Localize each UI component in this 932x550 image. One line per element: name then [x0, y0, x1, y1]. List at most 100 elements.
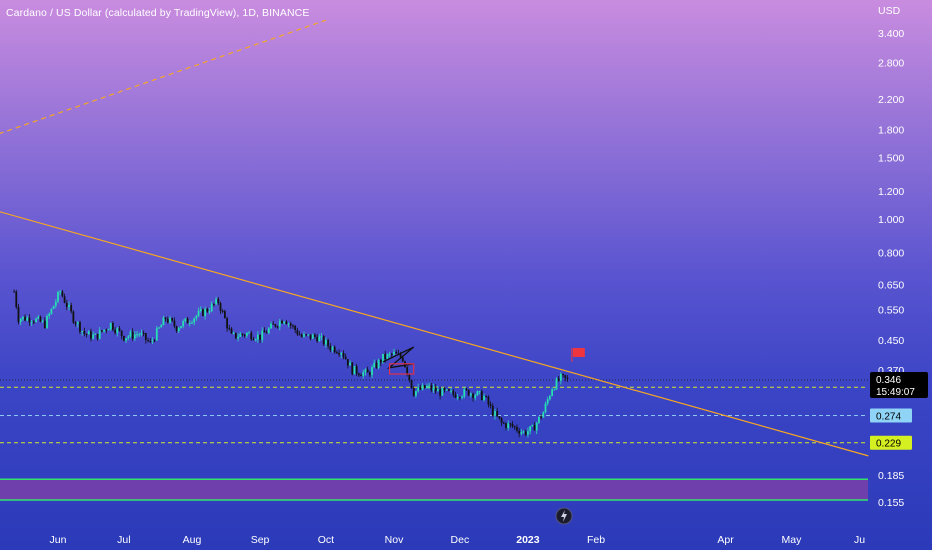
candle-body: [395, 352, 398, 354]
candle-body: [529, 426, 532, 432]
candle-body: [335, 352, 338, 354]
candle-body: [129, 331, 132, 337]
candle-body: [509, 423, 512, 425]
candle-body: [234, 332, 237, 339]
candle-body: [52, 305, 55, 309]
support-zone: [0, 479, 868, 501]
candle-body: [564, 375, 567, 378]
candle-body: [327, 339, 330, 347]
candle-body: [41, 320, 44, 322]
candle-body: [254, 339, 257, 341]
candle-body: [549, 395, 551, 400]
candle-body: [215, 299, 218, 305]
candle-body: [513, 426, 516, 428]
candle-body: [474, 395, 477, 398]
candle-body: [469, 393, 472, 396]
candle-body: [26, 317, 29, 321]
candle-body: [175, 326, 178, 332]
candle-body: [390, 353, 393, 355]
candle-body: [412, 388, 415, 396]
chart-area[interactable]: USD 3.400 2.800 2.200 1.800 1.500 1.200 1.000 0.…: [0, 0, 932, 550]
candle-body: [445, 389, 448, 391]
candle-body: [283, 321, 286, 324]
candle-body: [375, 362, 378, 368]
candle-body: [252, 339, 255, 341]
candle-body: [559, 373, 562, 381]
candle-body: [180, 326, 182, 329]
price-tick-label: 1.000: [878, 214, 904, 226]
price-tick-label: 0.550: [878, 305, 904, 317]
candle-body: [346, 359, 349, 366]
candle-body: [39, 316, 42, 322]
candle-body: [276, 326, 279, 328]
candle-body: [542, 412, 545, 418]
candle-body: [401, 357, 404, 362]
candle-body: [96, 333, 99, 339]
candle-body: [322, 336, 325, 345]
candle-body: [112, 323, 114, 330]
candle-body: [540, 416, 543, 418]
candle-body: [219, 303, 222, 311]
candle-body: [158, 327, 160, 329]
candle-body: [259, 334, 261, 340]
candle-body: [263, 330, 266, 333]
candle-body: [206, 308, 209, 312]
candle-body: [320, 336, 323, 338]
lightning-icon[interactable]: [555, 507, 573, 525]
candle-body: [144, 333, 147, 341]
candle-body: [393, 352, 395, 355]
candle-body: [362, 372, 365, 376]
candle-body: [423, 385, 426, 389]
candle-body: [450, 390, 452, 392]
price-tick-label: 0.800: [878, 248, 904, 260]
price-tick-label: 3.400: [878, 28, 904, 40]
candle-body: [118, 328, 121, 331]
candle-body: [136, 334, 138, 336]
candle-body: [388, 353, 391, 355]
candle-body: [74, 322, 77, 324]
price-tick-label: 0.185: [878, 470, 904, 482]
candle-body: [498, 416, 501, 419]
candle-body: [68, 305, 70, 307]
candle-body: [101, 330, 103, 332]
candle-body: [63, 296, 66, 303]
candle-body: [105, 329, 108, 331]
candle-body: [553, 389, 556, 391]
candle-body: [65, 302, 68, 307]
candle-body: [478, 391, 481, 393]
chart-svg[interactable]: USD 3.400 2.800 2.200 1.800 1.500 1.200 1.000 0.…: [0, 0, 932, 550]
candle-body: [472, 393, 474, 398]
candle-body: [151, 340, 154, 342]
candle-body: [507, 423, 510, 428]
candle-body: [140, 332, 143, 335]
candle-body: [357, 373, 360, 376]
candle-body: [338, 352, 340, 355]
candle-body: [463, 388, 466, 397]
candle-body: [171, 318, 174, 321]
candle-body: [256, 334, 259, 340]
price-tick-label: 2.200: [878, 94, 904, 106]
candle-body: [46, 316, 48, 329]
candle-body: [342, 352, 345, 357]
candle-body: [289, 323, 292, 326]
candle-body: [340, 352, 343, 355]
candle-body: [43, 320, 46, 329]
candle-body: [109, 323, 112, 330]
candle-body: [535, 422, 538, 431]
candle-body: [285, 321, 288, 325]
price-tick-label: 2.800: [878, 57, 904, 69]
candle-body: [83, 330, 86, 334]
last-price-countdown: 15:49:07: [876, 387, 915, 398]
candle-body: [24, 316, 26, 321]
candle-body: [454, 394, 457, 398]
candle-body: [85, 333, 88, 335]
candle-body: [98, 330, 101, 339]
time-tick-label: Feb: [587, 534, 605, 546]
candle-body: [142, 332, 145, 334]
candle-body: [59, 291, 62, 293]
candle-body: [160, 325, 163, 328]
candle-body: [208, 311, 211, 313]
candle-body: [237, 336, 239, 339]
candle-body: [318, 336, 321, 342]
candle-body: [50, 308, 53, 314]
